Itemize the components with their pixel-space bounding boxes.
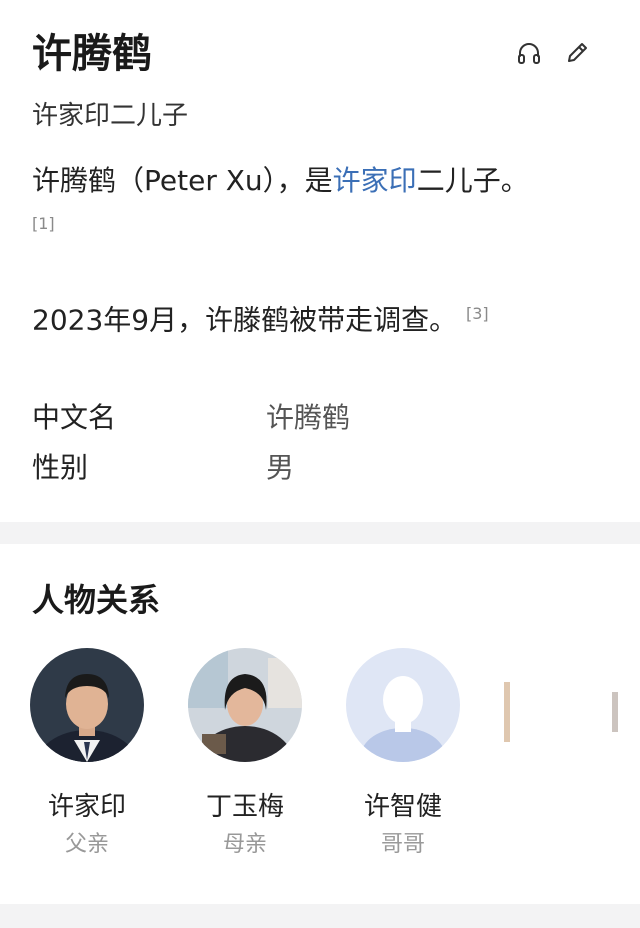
relation-name: 许智健 bbox=[363, 792, 442, 822]
relation-type: 母亲 bbox=[222, 832, 267, 857]
section-divider bbox=[0, 522, 640, 544]
intro-paragraph: 许腾鹤（Peter Xu），是许家印二儿子。 bbox=[32, 160, 616, 202]
relation-card-father[interactable]: 许家印 父亲 bbox=[8, 648, 166, 860]
info-key: 中文名 bbox=[32, 401, 117, 434]
avatar[interactable] bbox=[188, 648, 302, 762]
entry-subtitle: 许家印二儿子 bbox=[32, 101, 189, 131]
headphones-icon[interactable] bbox=[514, 38, 544, 68]
relation-card-brother[interactable]: 许智健 哥哥 bbox=[324, 648, 482, 860]
relation-type: 父亲 bbox=[64, 832, 109, 857]
relation-type: 哥哥 bbox=[380, 832, 425, 857]
relations-title: 人物关系 bbox=[32, 581, 161, 619]
relation-name: 许家印 bbox=[47, 792, 126, 822]
news-reference[interactable]: [3] bbox=[466, 304, 489, 323]
intro-suffix: 二儿子。 bbox=[416, 164, 529, 197]
edit-pencil-icon[interactable] bbox=[562, 38, 592, 68]
entry-card: 许腾鹤 许家印二儿子 许腾鹤（Peter Xu），是许家印二儿子。 [1] 20… bbox=[0, 0, 640, 522]
news-text: 2023年9月，许滕鹤被带走调查。 bbox=[32, 303, 458, 337]
info-value: 男 bbox=[266, 451, 295, 484]
intro-reference[interactable]: [1] bbox=[32, 214, 55, 233]
info-row-gender: 性别 男 bbox=[32, 448, 294, 488]
father-link[interactable]: 许家印 bbox=[333, 164, 417, 197]
news-paragraph: 2023年9月，许滕鹤被带走调查。 [3] bbox=[32, 292, 489, 342]
relation-name: 丁玉梅 bbox=[205, 792, 284, 822]
intro-prefix: 许腾鹤（Peter Xu），是 bbox=[32, 164, 333, 197]
relation-card-partial[interactable] bbox=[504, 662, 618, 762]
info-key: 性别 bbox=[32, 451, 89, 484]
info-row-name: 中文名 许腾鹤 bbox=[32, 398, 350, 438]
default-avatar-icon[interactable] bbox=[346, 648, 460, 762]
info-value: 许腾鹤 bbox=[266, 401, 351, 434]
avatar[interactable] bbox=[30, 648, 144, 762]
bottom-divider bbox=[0, 904, 640, 928]
page-title: 许腾鹤 bbox=[32, 31, 152, 77]
relation-card-mother[interactable]: 丁玉梅 母亲 bbox=[166, 648, 324, 860]
